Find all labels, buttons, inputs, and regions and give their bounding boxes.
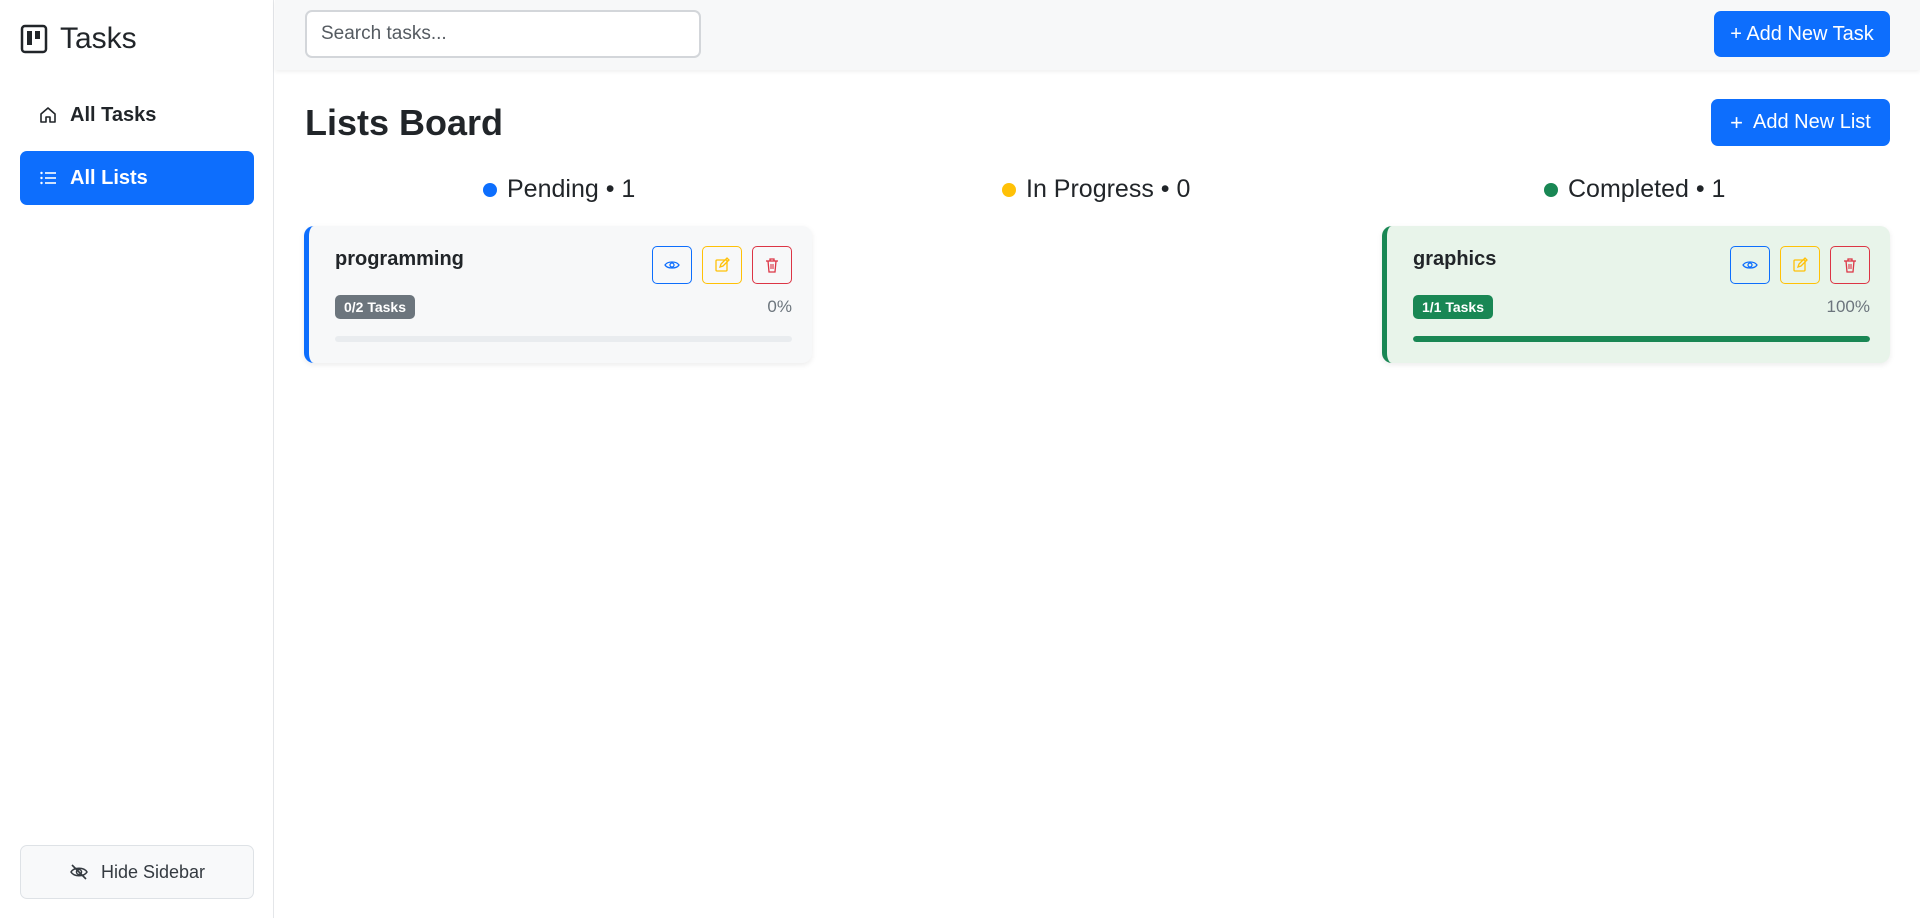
list-name: programming	[335, 248, 464, 270]
brand-title: Tasks	[60, 22, 137, 55]
progress-percent: 100%	[1826, 297, 1870, 316]
delete-button[interactable]	[1830, 246, 1870, 284]
sidebar: Tasks All Tasks All Lists Hide Sidebar	[0, 0, 274, 918]
add-new-list-label: Add New List	[1753, 111, 1871, 133]
column-header-completed: Completed • 1	[1544, 175, 1725, 204]
list-card-programming[interactable]: programming 0/2 Tasks 0%	[304, 226, 812, 363]
task-count-badge: 0/2 Tasks	[335, 295, 416, 319]
progress-bar	[335, 336, 792, 342]
sidebar-item-label: All Tasks	[70, 103, 157, 126]
card-actions	[652, 246, 792, 284]
sidebar-item-all-tasks[interactable]: All Tasks	[20, 88, 254, 142]
task-count-badge: 1/1 Tasks	[1413, 295, 1494, 319]
edit-button[interactable]	[1780, 246, 1820, 284]
eye-slash-icon	[70, 864, 88, 880]
home-icon	[40, 107, 56, 123]
trash-icon	[1844, 258, 1856, 273]
sidebar-item-label: All Lists	[70, 166, 148, 189]
list-card-graphics[interactable]: graphics 1/1 Tasks 100%	[1382, 226, 1890, 363]
column-header-pending: Pending • 1	[483, 175, 635, 204]
delete-button[interactable]	[752, 246, 792, 284]
brand: Tasks	[20, 22, 137, 56]
add-new-list-button[interactable]: + Add New List	[1711, 99, 1890, 146]
column-label: Completed • 1	[1568, 175, 1726, 203]
hide-sidebar-button[interactable]: Hide Sidebar	[20, 845, 254, 899]
edit-icon	[715, 257, 730, 272]
progress-percent: 0%	[767, 297, 792, 316]
column-label: Pending • 1	[507, 175, 636, 203]
list-name: graphics	[1413, 248, 1497, 270]
list-icon	[40, 171, 56, 185]
column-header-in-progress: In Progress • 0	[1002, 175, 1190, 204]
kanban-icon	[20, 24, 48, 54]
add-new-task-button[interactable]: + Add New Task	[1714, 11, 1890, 57]
status-dot	[483, 182, 497, 197]
progress-fill	[1413, 336, 1870, 342]
column-label: In Progress • 0	[1026, 175, 1191, 203]
hide-sidebar-label: Hide Sidebar	[100, 861, 206, 882]
sidebar-item-all-lists[interactable]: All Lists	[20, 151, 254, 205]
card-actions	[1730, 246, 1870, 284]
add-new-task-label: + Add New Task	[1730, 22, 1874, 45]
status-dot	[1544, 182, 1558, 197]
page-title: Lists Board	[305, 102, 504, 143]
view-button[interactable]	[652, 246, 692, 284]
trash-icon	[766, 258, 778, 273]
progress-bar	[1413, 336, 1870, 342]
edit-button[interactable]	[702, 246, 742, 284]
view-button[interactable]	[1730, 246, 1770, 284]
plus-icon: +	[1730, 109, 1743, 135]
search-input[interactable]	[305, 10, 701, 58]
edit-icon	[1793, 257, 1808, 272]
eye-icon	[1742, 261, 1758, 269]
topbar: + Add New Task	[275, 0, 1920, 70]
status-dot	[1002, 182, 1016, 197]
eye-icon	[664, 261, 680, 269]
